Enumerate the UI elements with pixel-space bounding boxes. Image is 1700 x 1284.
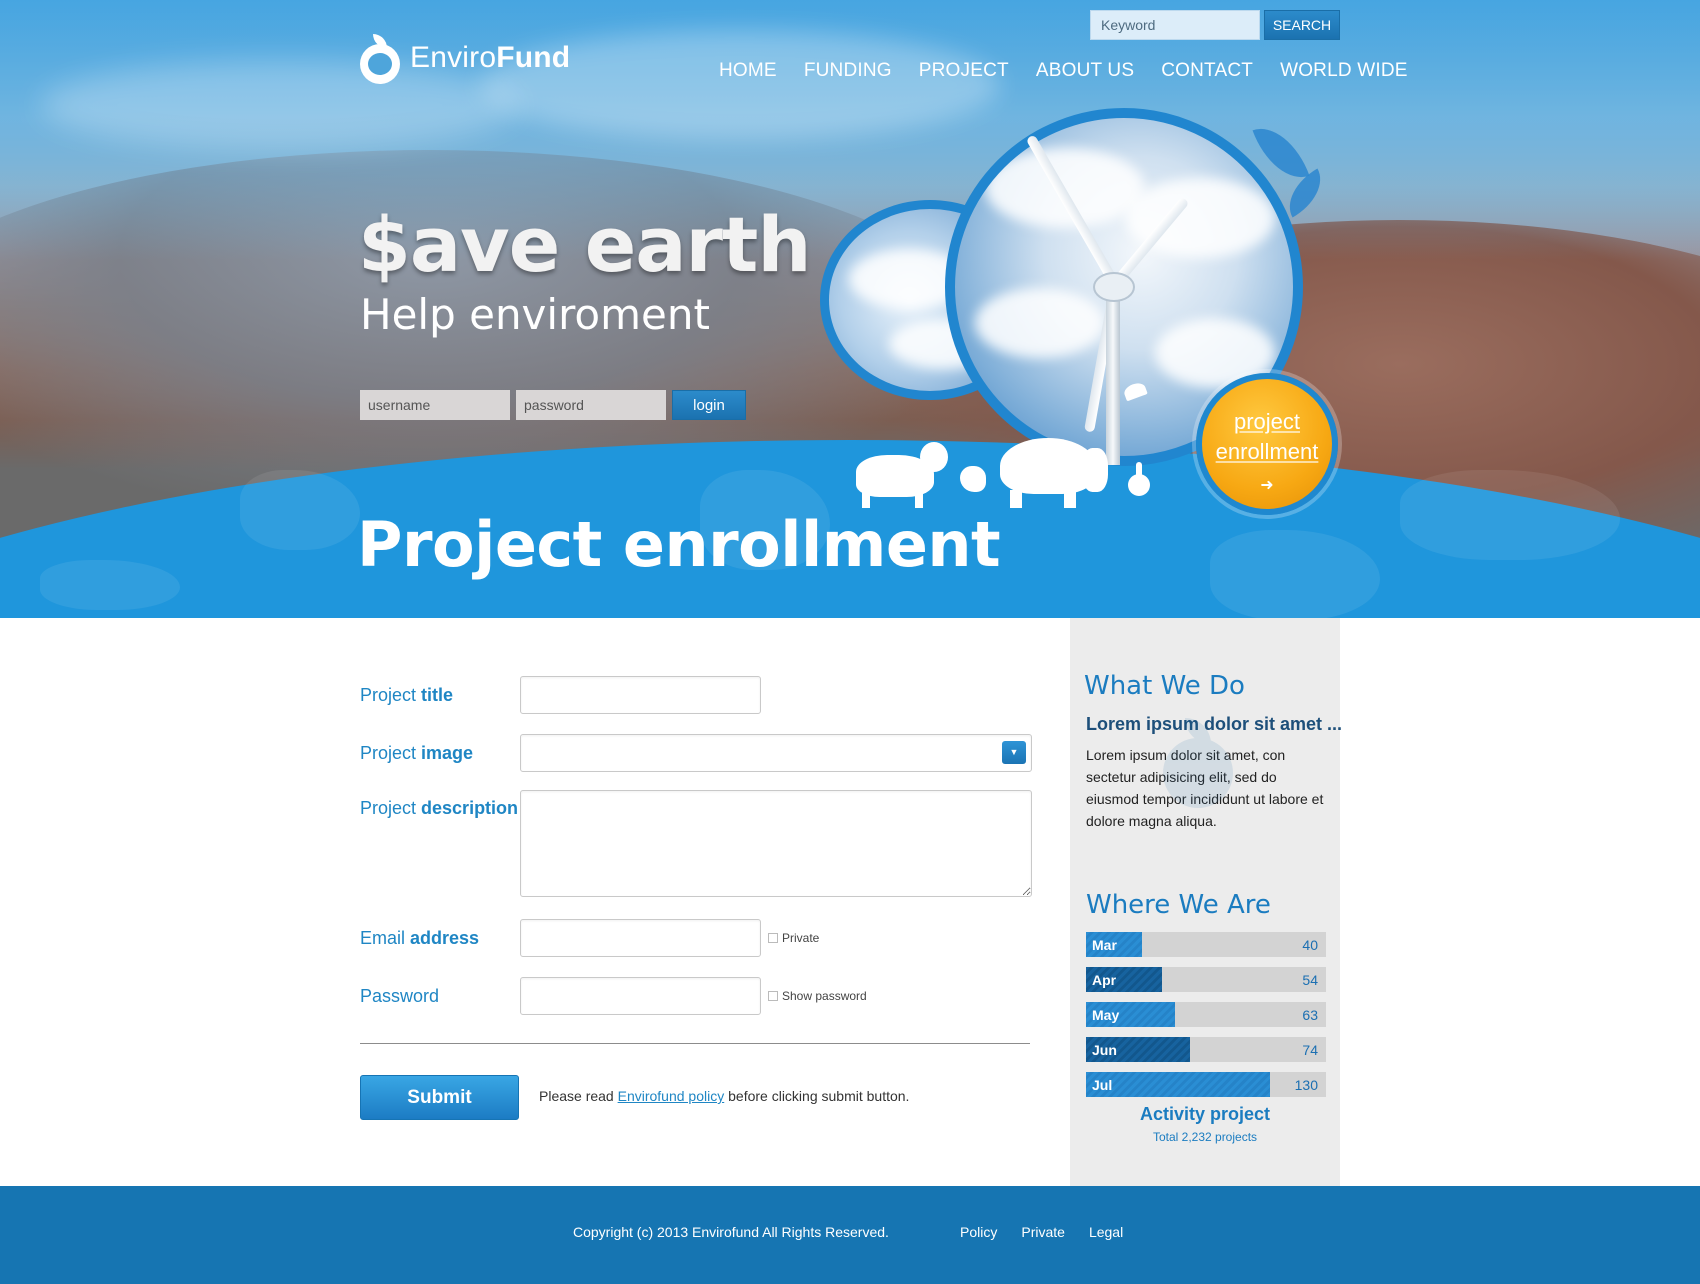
hero-headline: $ave earth: [358, 200, 811, 289]
bar-value-label: 63: [1302, 1007, 1318, 1023]
checkbox-icon[interactable]: [768, 933, 778, 943]
nav-funding[interactable]: FUNDING: [804, 60, 892, 82]
policy-link[interactable]: Envirofund policy: [618, 1088, 725, 1104]
wind-turbine-icon: [1106, 290, 1120, 465]
bar-value-label: 40: [1302, 937, 1318, 953]
bar-row-apr: Apr 54: [1086, 967, 1326, 992]
form-row-title: Project title: [360, 676, 761, 714]
globe-leaf-watermark-icon: [1155, 718, 1241, 814]
nav-about-us[interactable]: ABOUT US: [1036, 60, 1134, 82]
sidebar: What We Do Lorem ipsum dolor sit amet ..…: [1070, 618, 1342, 1186]
nav-project[interactable]: PROJECT: [919, 60, 1009, 82]
email-address-label: Email address: [360, 927, 480, 948]
activity-total: Total 2,232 projects: [1152, 1130, 1258, 1144]
form-divider: [360, 1043, 1030, 1044]
login-form: login: [360, 390, 746, 420]
where-we-are-title: Where We Are: [1086, 890, 1271, 920]
bar-value-label: 130: [1294, 1077, 1318, 1093]
brand-name: EnviroFund: [410, 41, 571, 74]
email-field[interactable]: [520, 919, 761, 957]
password-field[interactable]: [520, 977, 761, 1015]
bar-month-label: Mar: [1092, 937, 1117, 953]
private-checkbox[interactable]: Private: [768, 931, 819, 945]
submit-button[interactable]: Submit: [360, 1075, 519, 1120]
bar-month-label: May: [1092, 1007, 1120, 1023]
hero-banner: EnviroFund SEARCH HOME FUNDING PROJECT A…: [0, 0, 1700, 618]
project-image-label: Project image: [360, 742, 474, 763]
show-password-checkbox[interactable]: Show password: [768, 989, 867, 1003]
cta-label-line2: enrollment: [1215, 439, 1319, 464]
map-continent: [40, 560, 180, 610]
copyright: Copyright (c) 2013 Envirofund All Rights…: [573, 1224, 889, 1240]
bar-month-label: Jun: [1092, 1042, 1117, 1058]
bar-month-label: Jul: [1092, 1077, 1113, 1093]
globe-leaf-icon: [360, 34, 400, 84]
bar-row-mar: Mar 40: [1086, 932, 1326, 957]
form-row-description: Project description: [360, 790, 1032, 897]
password-input[interactable]: [516, 390, 666, 420]
bar-fill: [1086, 1072, 1270, 1097]
brand-logo[interactable]: EnviroFund: [360, 34, 571, 84]
password-label: Password: [360, 985, 440, 1006]
form-row-password: Password Show password: [360, 977, 867, 1015]
search-bar: SEARCH: [1090, 10, 1340, 40]
cta-label-line1: project: [1233, 409, 1301, 434]
project-image-select[interactable]: ▼: [520, 734, 1032, 772]
footer-link-private[interactable]: Private: [1021, 1224, 1065, 1240]
bar-value-label: 74: [1302, 1042, 1318, 1058]
main-nav: HOME FUNDING PROJECT ABOUT US CONTACT WO…: [719, 60, 1408, 82]
bar-value-label: 54: [1302, 972, 1318, 988]
arrow-right-icon: ➜: [1260, 477, 1274, 494]
bar-row-jun: Jun 74: [1086, 1037, 1326, 1062]
form-row-email: Email address Private: [360, 919, 819, 957]
project-title-label: Project title: [360, 684, 454, 705]
checkbox-icon[interactable]: [768, 991, 778, 1001]
hero-subline: Help enviroment: [360, 290, 710, 339]
search-button[interactable]: SEARCH: [1264, 10, 1340, 40]
page-title: Project enrollment: [357, 508, 1001, 581]
policy-note: Please read Envirofund policy before cli…: [539, 1088, 910, 1104]
footer-links: Policy Private Legal: [960, 1224, 1123, 1240]
login-button[interactable]: login: [672, 390, 746, 420]
show-password-label: Show password: [782, 989, 867, 1003]
bar-month-label: Apr: [1092, 972, 1117, 988]
nav-home[interactable]: HOME: [719, 60, 777, 82]
bar-row-jul: Jul 130: [1086, 1072, 1326, 1097]
project-description-label: Project description: [360, 798, 519, 818]
nav-world-wide[interactable]: WORLD WIDE: [1280, 60, 1408, 82]
project-description-textarea[interactable]: [520, 790, 1032, 897]
project-enrollment-button[interactable]: project enrollment ➜: [1196, 373, 1338, 515]
bar-row-may: May 63: [1086, 1002, 1326, 1027]
footer-link-policy[interactable]: Policy: [960, 1224, 997, 1240]
private-checkbox-label: Private: [782, 931, 820, 945]
chevron-down-icon[interactable]: ▼: [1002, 741, 1026, 764]
nav-contact[interactable]: CONTACT: [1161, 60, 1253, 82]
activity-title: Activity project: [1139, 1104, 1271, 1124]
project-title-input[interactable]: [520, 676, 761, 714]
footer-link-legal[interactable]: Legal: [1089, 1224, 1123, 1240]
footer: Copyright (c) 2013 Envirofund All Rights…: [0, 1186, 1700, 1284]
activity-bar-chart: Mar 40 Apr 54 May 63 Jun 74 Jul 130: [1086, 932, 1326, 1107]
turbine-hub: [1093, 272, 1135, 302]
form-row-image: Project image ▼: [360, 734, 1032, 772]
what-we-do-title: What We Do: [1084, 671, 1245, 701]
search-input[interactable]: [1090, 10, 1260, 40]
username-input[interactable]: [360, 390, 510, 420]
